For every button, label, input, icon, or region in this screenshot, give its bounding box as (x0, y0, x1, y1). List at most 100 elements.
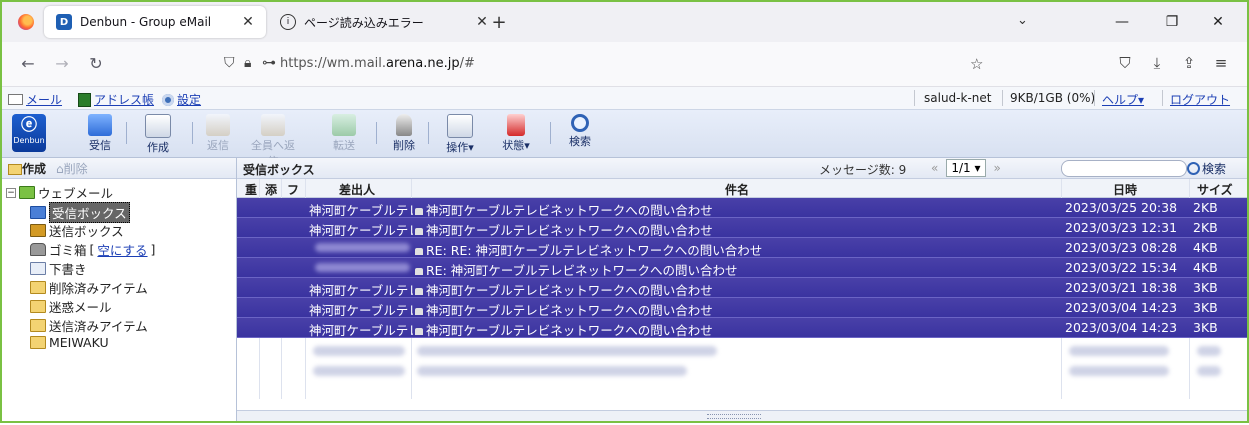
search-button[interactable]: 検索 (560, 112, 600, 154)
folder-deleted-items[interactable]: 削除済みアイテム (30, 278, 148, 297)
reply-icon (206, 114, 230, 136)
bookmark-star-icon[interactable]: ☆ (970, 55, 983, 73)
next-page-button[interactable]: » (994, 161, 1001, 175)
outbox-icon (30, 224, 46, 237)
lock-icon[interactable]: 🔒︎ (244, 55, 251, 71)
logout-link[interactable]: ログアウト (1170, 93, 1230, 107)
help-menu[interactable]: ヘルプ▾ (1102, 93, 1144, 107)
permissions-icon[interactable]: ⊶ (262, 55, 276, 71)
delete-button[interactable]: 削除 (384, 112, 424, 154)
col-attachment[interactable]: 添 (265, 181, 277, 198)
reload-icon[interactable]: ↻ (86, 54, 106, 73)
list-search-input[interactable] (1061, 160, 1187, 177)
page-select[interactable]: 1/1 ▾ (946, 159, 986, 177)
tab-close-icon[interactable]: ✕ (238, 14, 258, 30)
reply-button[interactable]: 返信 (198, 112, 238, 154)
row-date: 2023/03/23 12:31 (1065, 220, 1178, 235)
shield-icon[interactable]: ⛉ (224, 55, 235, 71)
operation-menu-button[interactable]: 操作▾ (440, 112, 480, 154)
folder-icon (8, 163, 22, 175)
status-menu-button[interactable]: 状態▾ (496, 112, 536, 154)
folder-trash[interactable]: ゴミ箱 [空にする] (30, 240, 155, 259)
menu-settings[interactable]: 設定 (162, 91, 201, 108)
mail-link[interactable]: メール (26, 91, 62, 108)
table-row[interactable]: RE: 神河町ケーブルテレビネットワークへの問い合わせ 2023/03/22 1… (237, 258, 1247, 278)
url-text[interactable]: https://wm.mail.arena.ne.jp/# (280, 56, 475, 71)
folder-meiwaku[interactable]: MEIWAKU (30, 335, 109, 350)
reply-all-button[interactable]: 全員へ返信 (248, 112, 298, 168)
row-subject: 神河町ケーブルテレビネットワークへの問い合わせ (415, 220, 1055, 239)
menu-address-book[interactable]: アドレス帳 (78, 91, 154, 108)
folder-drafts[interactable]: 下書き (30, 259, 87, 278)
redacted-row[interactable] (237, 361, 1247, 380)
col-subject[interactable]: 件名 (725, 181, 749, 198)
row-size: 3KB (1193, 320, 1218, 335)
empty-trash-link[interactable]: 空にする (97, 240, 147, 259)
table-row[interactable]: RE: RE: 神河町ケーブルテレビネットワークへの問い合わせ 2023/03/… (237, 238, 1247, 258)
folder-icon (30, 300, 46, 313)
folder-junk[interactable]: 迷惑メール (30, 297, 112, 316)
redacted-text (417, 366, 687, 376)
folder-label: ウェブメール (38, 186, 114, 201)
prev-page-button[interactable]: « (931, 161, 938, 175)
col-size[interactable]: サイズ (1197, 181, 1233, 198)
menu-icon[interactable]: ≡ (1210, 54, 1232, 72)
collapse-icon[interactable]: − (6, 187, 16, 198)
address-book-link[interactable]: アドレス帳 (94, 91, 154, 108)
row-date: 2023/03/21 18:38 (1065, 280, 1178, 295)
pocket-icon[interactable]: ⛉ (1114, 54, 1136, 72)
col-date[interactable]: 日時 (1113, 181, 1137, 198)
back-icon[interactable]: ← (18, 54, 38, 73)
folder-outbox[interactable]: 送信ボックス (30, 221, 124, 240)
menu-mail[interactable]: メール (8, 91, 62, 108)
redacted-text (313, 366, 405, 376)
maximize-button[interactable]: ❐ (1152, 10, 1192, 34)
new-tab-button[interactable]: + (488, 12, 510, 33)
folder-icon (30, 319, 46, 332)
splitter-grip[interactable] (707, 414, 761, 419)
col-from[interactable]: 差出人 (339, 181, 375, 198)
compose-button[interactable]: 作成 (138, 112, 178, 154)
col-flag[interactable]: フ (287, 181, 299, 198)
folder-sent-items[interactable]: 送信済みアイテム (30, 316, 148, 335)
forward-icon[interactable]: → (52, 54, 72, 73)
downloads-icon[interactable]: ⤓ (1146, 54, 1168, 72)
tab-strip: D Denbun - Group eMail ✕ i ページ読み込みエラー ✕ … (2, 2, 1247, 42)
forward-button[interactable]: 転送 (324, 112, 364, 154)
list-search-button[interactable]: 検索 (1187, 160, 1226, 177)
table-row[interactable]: 神河町ケーブルテレ 神河町ケーブルテレビネットワークへの問い合わせ 2023/0… (237, 278, 1247, 298)
folder-label: 受信ボックス (49, 202, 130, 223)
button-label: 削除 (393, 139, 415, 152)
receive-button[interactable]: 受信 (80, 112, 120, 154)
delete-folder-button[interactable]: ⌂削除 (56, 160, 88, 177)
folder-inbox[interactable]: 受信ボックス (30, 202, 130, 223)
message-count: メッセージ数: 9 (819, 163, 907, 177)
share-icon[interactable]: ⇪ (1178, 54, 1200, 72)
redacted-row[interactable] (237, 341, 1247, 360)
table-row[interactable]: 神河町ケーブルテレ 神河町ケーブルテレビネットワークへの問い合わせ 2023/0… (237, 218, 1247, 238)
table-row[interactable]: 神河町ケーブルテレ 神河町ケーブルテレビネットワークへの問い合わせ 2023/0… (237, 298, 1247, 318)
account-name: salud-k-net (924, 91, 992, 105)
row-subject: RE: RE: 神河町ケーブルテレビネットワークへの問い合わせ (415, 240, 1055, 259)
firefox-icon[interactable] (18, 14, 34, 30)
table-row[interactable]: 神河町ケーブルテレ 神河町ケーブルテレビネットワークへの問い合わせ 2023/0… (237, 198, 1247, 218)
tab-denbun[interactable]: D Denbun - Group eMail ✕ (44, 6, 266, 38)
list-all-tabs-button[interactable]: ⌄ (1017, 13, 1028, 28)
settings-link[interactable]: 設定 (177, 91, 201, 108)
draft-icon (30, 262, 46, 275)
table-row[interactable]: 神河町ケーブルテレ 神河町ケーブルテレビネットワークへの問い合わせ 2023/0… (237, 318, 1247, 338)
search-icon (1187, 162, 1200, 175)
col-priority[interactable]: 重 (245, 181, 257, 198)
minimize-button[interactable]: — (1102, 10, 1142, 34)
folder-label: MEIWAKU (49, 335, 109, 350)
row-size: 2KB (1193, 200, 1218, 215)
folder-root[interactable]: − ウェブメール (6, 183, 113, 202)
row-size: 2KB (1193, 220, 1218, 235)
close-window-button[interactable]: ✕ (1198, 10, 1238, 34)
navigation-bar: ← → ↻ ⛉ 🔒︎ ⊶ https://wm.mail.arena.ne.jp… (2, 42, 1247, 87)
preview-splitter[interactable] (237, 410, 1247, 421)
denbun-favicon-icon: D (56, 14, 72, 30)
url-bar[interactable]: ⛉ 🔒︎ ⊶ https://wm.mail.arena.ne.jp/# (222, 48, 1002, 78)
create-folder-button[interactable]: 作成 (8, 160, 46, 177)
tab-load-error[interactable]: i ページ読み込みエラー ✕ (270, 6, 500, 38)
